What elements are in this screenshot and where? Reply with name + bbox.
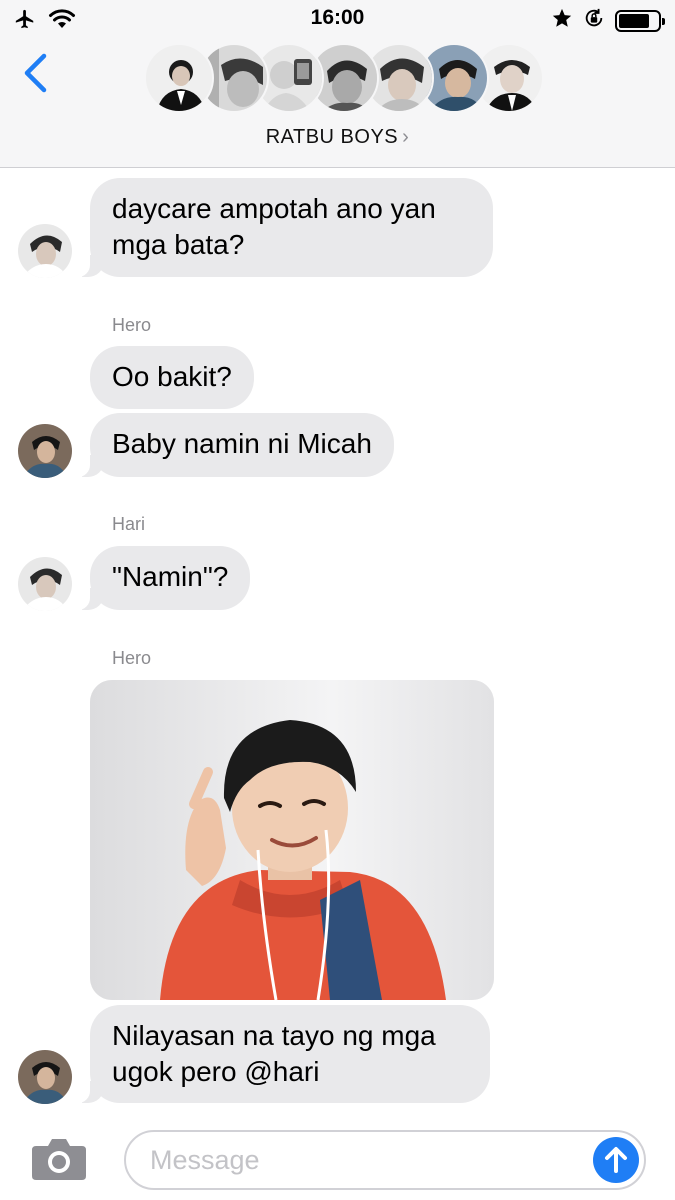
battery-level xyxy=(619,13,649,28)
send-button[interactable] xyxy=(593,1137,639,1183)
message-bubble[interactable]: daycare ampotah ano yan mga bata? xyxy=(78,178,493,277)
back-button[interactable] xyxy=(18,52,58,96)
message-bubble[interactable]: Oo bakit? xyxy=(90,346,254,409)
message-text: "Namin"? xyxy=(112,561,229,592)
message-text: daycare ampotah ano yan mga bata? xyxy=(112,193,436,260)
input-bar xyxy=(0,1118,675,1200)
rotation-lock-icon xyxy=(583,7,605,34)
camera-button[interactable] xyxy=(30,1134,88,1182)
message-text: Baby namin ni Micah xyxy=(112,428,372,459)
message-text: Nilayasan na tayo ng mga ugok pero @hari xyxy=(112,1020,436,1087)
send-arrow-icon xyxy=(605,1147,627,1173)
chevron-right-icon: › xyxy=(402,126,410,148)
message-avatar[interactable] xyxy=(18,224,72,278)
group-name-link[interactable]: RATBU BOYS › xyxy=(0,126,675,149)
photo-attachment[interactable] xyxy=(90,680,494,1000)
message-avatar[interactable] xyxy=(18,557,72,611)
group-avatar-1 xyxy=(144,43,214,113)
camera-icon xyxy=(32,1139,86,1180)
sender-name: Hero xyxy=(112,315,152,335)
message-avatar[interactable] xyxy=(18,424,72,478)
group-avatars[interactable] xyxy=(144,43,544,115)
message-avatar[interactable] xyxy=(18,1050,72,1104)
status-right xyxy=(551,7,665,34)
message-bubble[interactable]: "Namin"? xyxy=(77,546,251,610)
sender-name: Hero xyxy=(112,648,152,668)
group-name: RATBU BOYS xyxy=(265,126,399,148)
message-bubble[interactable]: Baby namin ni Micah xyxy=(78,413,394,477)
battery-icon xyxy=(615,9,665,32)
conversation-header: RATBU BOYS › xyxy=(0,38,675,168)
message-input[interactable] xyxy=(150,1145,570,1176)
sender-name: Hari xyxy=(112,514,146,534)
message-text: Oo bakit? xyxy=(112,361,232,392)
star-icon xyxy=(551,7,573,34)
message-field[interactable] xyxy=(124,1130,646,1190)
back-chevron-icon xyxy=(24,53,47,93)
status-bar: 16:00 xyxy=(0,0,675,38)
message-bubble[interactable]: Nilayasan na tayo ng mga ugok pero @hari xyxy=(78,1005,490,1103)
